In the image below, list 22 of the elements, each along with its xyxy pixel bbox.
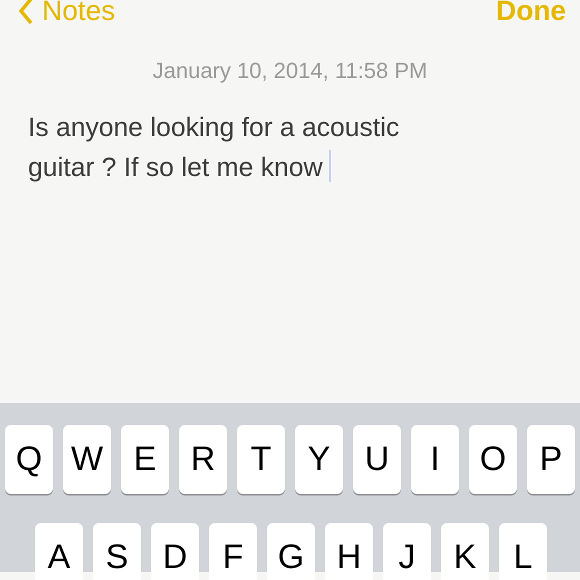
keyboard-key[interactable]: A: [35, 523, 83, 580]
keyboard-key[interactable]: S: [93, 523, 141, 580]
keyboard-key[interactable]: E: [121, 425, 169, 494]
keyboard-key[interactable]: T: [237, 425, 285, 494]
keyboard-key[interactable]: H: [325, 523, 373, 580]
keyboard-key[interactable]: R: [179, 425, 227, 494]
note-date: January 10, 2014, 11:58 PM: [152, 57, 428, 85]
keyboard-key[interactable]: G: [267, 523, 315, 580]
keyboard-key[interactable]: F: [209, 523, 257, 580]
keyboard-key[interactable]: O: [469, 425, 517, 494]
keyboard-key[interactable]: K: [441, 523, 489, 580]
keyboard-key[interactable]: D: [151, 523, 199, 580]
keyboard-key[interactable]: I: [411, 425, 459, 494]
keyboard-key[interactable]: L: [499, 523, 547, 580]
note-text-area[interactable]: Is anyone looking for a acoustic guitar ? If so let me know: [0, 87, 470, 187]
keyboard-key[interactable]: Y: [295, 425, 343, 494]
keyboard-key[interactable]: U: [353, 425, 401, 494]
keyboard-key[interactable]: P: [527, 425, 575, 494]
chevron-left-icon: [18, 0, 34, 25]
keyboard-key[interactable]: J: [383, 523, 431, 580]
keyboard-key[interactable]: Q: [5, 425, 53, 494]
keyboard-key[interactable]: W: [63, 425, 111, 494]
